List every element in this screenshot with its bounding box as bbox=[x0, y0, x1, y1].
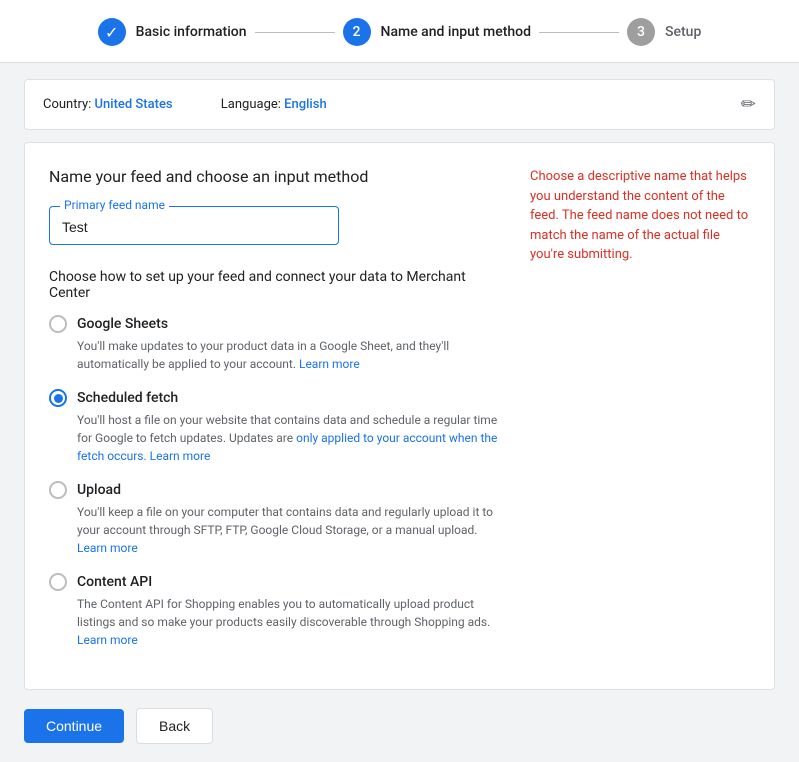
continue-button[interactable]: Continue bbox=[24, 709, 124, 743]
section-title: Choose how to set up your feed and conne… bbox=[49, 269, 498, 301]
card-title: Name your feed and choose an input metho… bbox=[49, 167, 498, 186]
country-label: Country: bbox=[43, 97, 91, 112]
step-setup: 3 Setup bbox=[627, 18, 701, 46]
stepper: ✓ Basic information 2 Name and input met… bbox=[0, 0, 799, 63]
country-value: United States bbox=[95, 97, 173, 112]
radio-scheduled-fetch[interactable] bbox=[49, 389, 67, 407]
language-label: Language: bbox=[221, 97, 281, 112]
radio-row-google-sheets[interactable]: Google Sheets bbox=[49, 315, 498, 333]
radio-google-sheets[interactable] bbox=[49, 315, 67, 333]
radio-label-scheduled-fetch: Scheduled fetch bbox=[77, 390, 178, 406]
step-label-2: Name and input method bbox=[381, 24, 532, 40]
bottom-bar: Continue Back bbox=[0, 690, 799, 762]
main-card: Name your feed and choose an input metho… bbox=[24, 142, 775, 690]
back-button[interactable]: Back bbox=[136, 708, 213, 744]
feed-name-input[interactable] bbox=[62, 219, 326, 235]
radio-desc-text-content-api: The Content API for Shopping enables you… bbox=[77, 597, 490, 629]
checkmark-icon: ✓ bbox=[105, 23, 118, 42]
radio-content-api[interactable] bbox=[49, 573, 67, 591]
radio-row-content-api[interactable]: Content API bbox=[49, 573, 498, 591]
step-connector-1 bbox=[255, 32, 335, 33]
step-number-3: 3 bbox=[637, 24, 645, 40]
radio-desc-upload: You'll keep a file on your computer that… bbox=[49, 503, 498, 557]
radio-upload[interactable] bbox=[49, 481, 67, 499]
card-right: Choose a descriptive name that helps you… bbox=[530, 167, 750, 665]
step-connector-2 bbox=[539, 32, 619, 33]
learn-more-upload[interactable]: Learn more bbox=[77, 541, 138, 555]
feed-name-input-wrapper: Primary feed name bbox=[49, 206, 339, 245]
radio-label-upload: Upload bbox=[77, 482, 121, 498]
language-value: English bbox=[284, 97, 327, 112]
info-bar: Country: United States Language: English… bbox=[24, 79, 775, 130]
learn-more-scheduled-fetch[interactable]: Learn more bbox=[150, 449, 211, 463]
learn-more-google-sheets[interactable]: Learn more bbox=[299, 357, 360, 371]
radio-label-content-api: Content API bbox=[77, 574, 152, 590]
edit-icon[interactable]: ✏ bbox=[741, 94, 756, 115]
radio-row-scheduled-fetch[interactable]: Scheduled fetch bbox=[49, 389, 498, 407]
radio-option-content-api: Content API The Content API for Shopping… bbox=[49, 573, 498, 649]
radio-option-scheduled-fetch: Scheduled fetch You'll host a file on yo… bbox=[49, 389, 498, 465]
radio-desc-scheduled-fetch: You'll host a file on your website that … bbox=[49, 411, 498, 465]
step-label-3: Setup bbox=[665, 24, 701, 40]
step-number-2: 2 bbox=[353, 24, 361, 40]
step-name-input-method: 2 Name and input method bbox=[343, 18, 532, 46]
separator bbox=[192, 97, 202, 112]
step-label-1: Basic information bbox=[136, 24, 247, 40]
feed-name-label: Primary feed name bbox=[60, 198, 169, 212]
radio-desc-content-api: The Content API for Shopping enables you… bbox=[49, 595, 498, 649]
radio-desc-google-sheets: You'll make updates to your product data… bbox=[49, 337, 498, 373]
radio-option-google-sheets: Google Sheets You'll make updates to you… bbox=[49, 315, 498, 373]
step-basic-information: ✓ Basic information bbox=[98, 18, 247, 46]
card-left: Name your feed and choose an input metho… bbox=[49, 167, 498, 665]
learn-more-content-api[interactable]: Learn more bbox=[77, 633, 138, 647]
helper-text: Choose a descriptive name that helps you… bbox=[530, 167, 750, 265]
step-circle-3: 3 bbox=[627, 18, 655, 46]
radio-row-upload[interactable]: Upload bbox=[49, 481, 498, 499]
step-circle-1: ✓ bbox=[98, 18, 126, 46]
radio-desc-text-google-sheets: You'll make updates to your product data… bbox=[77, 339, 449, 371]
radio-desc-text-upload: You'll keep a file on your computer that… bbox=[77, 505, 493, 537]
card-columns: Name your feed and choose an input metho… bbox=[49, 167, 750, 665]
info-bar-content: Country: United States Language: English bbox=[43, 97, 327, 112]
radio-label-google-sheets: Google Sheets bbox=[77, 316, 168, 332]
radio-option-upload: Upload You'll keep a file on your comput… bbox=[49, 481, 498, 557]
step-circle-2: 2 bbox=[343, 18, 371, 46]
